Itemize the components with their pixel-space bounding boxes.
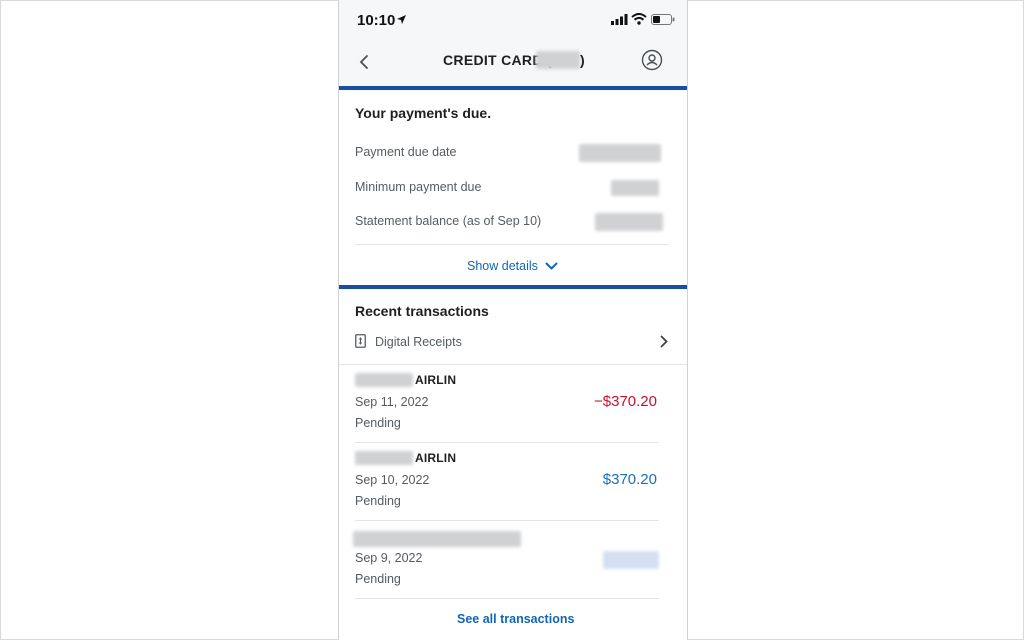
chevron-down-icon[interactable] [545,261,558,271]
digital-receipts-label: Digital Receipts [375,335,462,349]
section-accent-rule [339,285,687,289]
nav-bar: CREDIT CARD (. ) [339,40,687,86]
back-chevron-icon[interactable] [353,50,377,74]
payment-due-card: Your payment's due. Payment due date Min… [339,91,687,285]
transaction-row[interactable]: Sep 9, 2022 Pending [339,521,687,599]
chevron-right-icon [660,335,668,348]
transaction-row[interactable]: AIRLIN Sep 11, 2022 Pending −$370.20 [339,365,687,443]
statement-balance-value [595,213,663,231]
section-accent-rule [339,86,687,90]
transaction-merchant: AIRLIN [415,451,457,465]
show-details-link[interactable]: Show details [467,259,538,273]
transaction-merchant: AIRLIN [415,373,457,387]
transaction-amount: $370.20 [602,471,657,488]
minimum-payment-value [611,180,659,196]
cellular-signal-icon [611,14,628,25]
digital-receipts-row[interactable]: Digital Receipts [339,324,687,360]
transaction-date: Sep 11, 2022 [355,395,429,409]
redacted-transaction-amount [603,551,659,569]
redacted-merchant-name [353,531,521,547]
redacted-merchant-name [355,451,413,465]
profile-icon[interactable] [641,49,663,71]
transaction-amount: −$370.20 [594,393,657,410]
divider [355,244,669,245]
battery-icon [651,14,675,25]
transaction-date: Sep 9, 2022 [355,551,423,565]
wifi-icon [631,13,647,25]
payment-due-date-value [579,144,661,162]
status-time: 10:10 [357,12,396,29]
payment-due-date-label: Payment due date [355,145,457,159]
receipt-icon [355,334,366,348]
redacted-merchant-name [355,373,413,387]
statement-balance-label: Statement balance (as of Sep 10) [355,214,542,228]
recent-transactions-card: Recent transactions Digital Receipts AIR… [339,290,687,640]
transaction-status: Pending [355,494,401,508]
transaction-status: Pending [355,416,401,430]
status-bar: 10:10 [339,0,687,40]
divider [355,598,659,599]
transaction-date: Sep 10, 2022 [355,473,430,487]
phone-screen: 10:10 CREDIT CARD (. ) Your payment's du… [338,0,688,640]
location-arrow-icon [397,15,406,24]
page-title-close: ) [580,52,585,68]
see-all-transactions-link[interactable]: See all transactions [457,612,574,626]
payment-due-heading: Your payment's due. [355,105,492,121]
recent-transactions-heading: Recent transactions [355,303,489,319]
redacted-account-number [536,51,580,69]
minimum-payment-label: Minimum payment due [355,180,482,194]
transaction-row[interactable]: AIRLIN Sep 10, 2022 Pending $370.20 [339,443,687,521]
transaction-status: Pending [355,572,401,586]
